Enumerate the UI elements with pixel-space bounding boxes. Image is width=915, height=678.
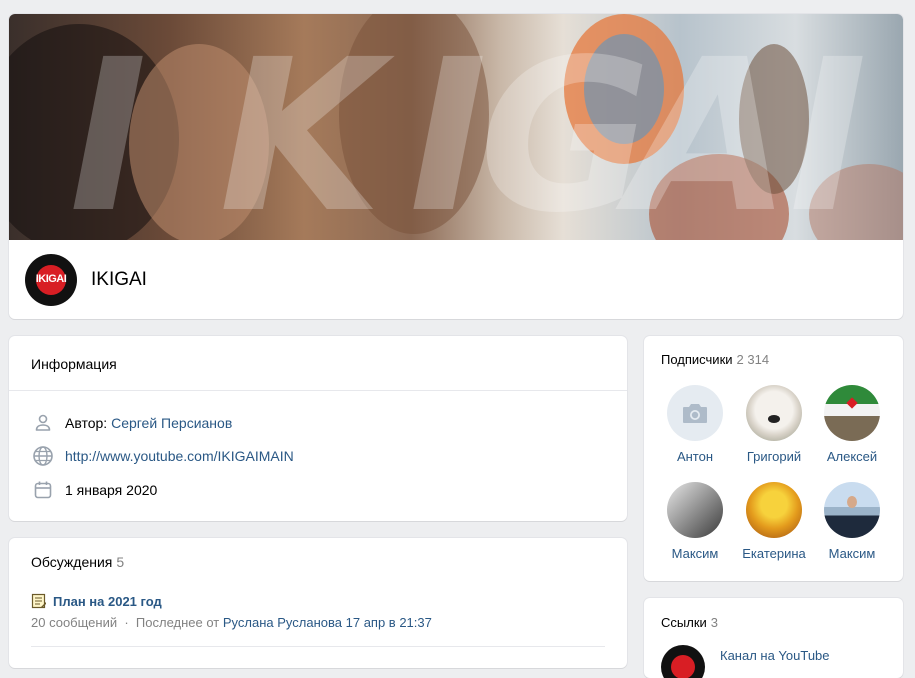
topic-message-count: 20 сообщений [31, 615, 118, 630]
discussions-header[interactable]: Обсуждения 5 [31, 554, 124, 570]
logo-text: IKIGAI [35, 273, 67, 285]
meta-separator: · [124, 615, 129, 630]
globe-icon [31, 444, 55, 468]
links-header[interactable]: Ссылки 3 [661, 615, 718, 630]
member-name: Максим [671, 546, 719, 561]
cover-letter: A [629, 14, 792, 241]
links-title: Ссылки [661, 615, 707, 630]
member-name: Алексей [826, 449, 878, 464]
member-item[interactable]: Максим [655, 482, 735, 561]
member-item[interactable]: Екатерина [734, 482, 814, 561]
community-avatar[interactable]: IKIGAI [25, 254, 77, 306]
links-block: Ссылки 3 Канал на YouTube [644, 598, 903, 678]
link-avatar[interactable] [661, 645, 705, 678]
member-name: Екатерина [742, 546, 806, 561]
camera-icon [681, 401, 709, 428]
author-link[interactable]: Сергей Персианов [111, 415, 232, 431]
member-name: Григорий [746, 449, 802, 464]
member-item[interactable]: Антон [655, 385, 735, 464]
community-name: IKIGAI [91, 269, 147, 290]
website-row: http://www.youtube.com/IKIGAIMAIN [31, 444, 294, 468]
notepad-icon [31, 593, 47, 609]
community-header: I K I G A I IKIGAI IKIGAI [9, 14, 903, 319]
community-info-row: IKIGAI IKIGAI [9, 240, 903, 319]
topic-meta: 20 сообщений · Последнее от Руслана Русл… [31, 615, 432, 630]
subscribers-title: Подписчики [661, 352, 733, 367]
divider [31, 646, 605, 647]
discussions-title: Обсуждения [31, 554, 113, 570]
info-block: Информация Автор: Сергей Персианов http:… [9, 336, 627, 521]
website-link[interactable]: http://www.youtube.com/IKIGAIMAIN [65, 448, 294, 464]
member-item[interactable]: Алексей [812, 385, 892, 464]
avatar [667, 385, 723, 441]
subscribers-header[interactable]: Подписчики 2 314 [661, 352, 769, 367]
avatar [746, 385, 802, 441]
member-name: Антон [676, 449, 714, 464]
founded-date: 1 января 2020 [65, 482, 158, 498]
author-label: Автор: [65, 415, 108, 431]
author-row: Автор: Сергей Персианов [31, 411, 232, 435]
last-post-prefix: Последнее от [135, 615, 220, 630]
cover-letter: K [219, 14, 382, 241]
member-item[interactable]: Григорий [734, 385, 814, 464]
divider [9, 390, 627, 391]
subscribers-block: Подписчики 2 314 Антон Григорий Алексей М… [644, 336, 903, 581]
cover-letter: G [479, 14, 651, 241]
discussions-block: Обсуждения 5 План на 2021 год 20 сообщени… [9, 538, 627, 668]
topic-link[interactable]: План на 2021 год [31, 593, 162, 609]
subscribers-count: 2 314 [736, 352, 770, 367]
topic-title: План на 2021 год [53, 593, 162, 609]
member-item[interactable]: Максим [812, 482, 892, 561]
links-count: 3 [710, 615, 719, 630]
member-name: Максим [828, 546, 876, 561]
last-post-author[interactable]: Руслана Русланова [223, 615, 342, 630]
last-post-time[interactable]: 17 апр в 21:37 [346, 615, 432, 630]
calendar-icon [31, 478, 55, 502]
cover-image: I K I G A I [9, 14, 903, 240]
cover-letter: I [409, 14, 487, 241]
user-icon [31, 411, 55, 435]
avatar [746, 482, 802, 538]
cover-letter: I [789, 14, 867, 241]
date-row: 1 января 2020 [31, 478, 157, 502]
cover-letter: I [69, 14, 147, 241]
discussions-count: 5 [116, 554, 125, 570]
avatar [667, 482, 723, 538]
avatar [824, 482, 880, 538]
avatar [824, 385, 880, 441]
info-title: Информация [31, 356, 117, 372]
